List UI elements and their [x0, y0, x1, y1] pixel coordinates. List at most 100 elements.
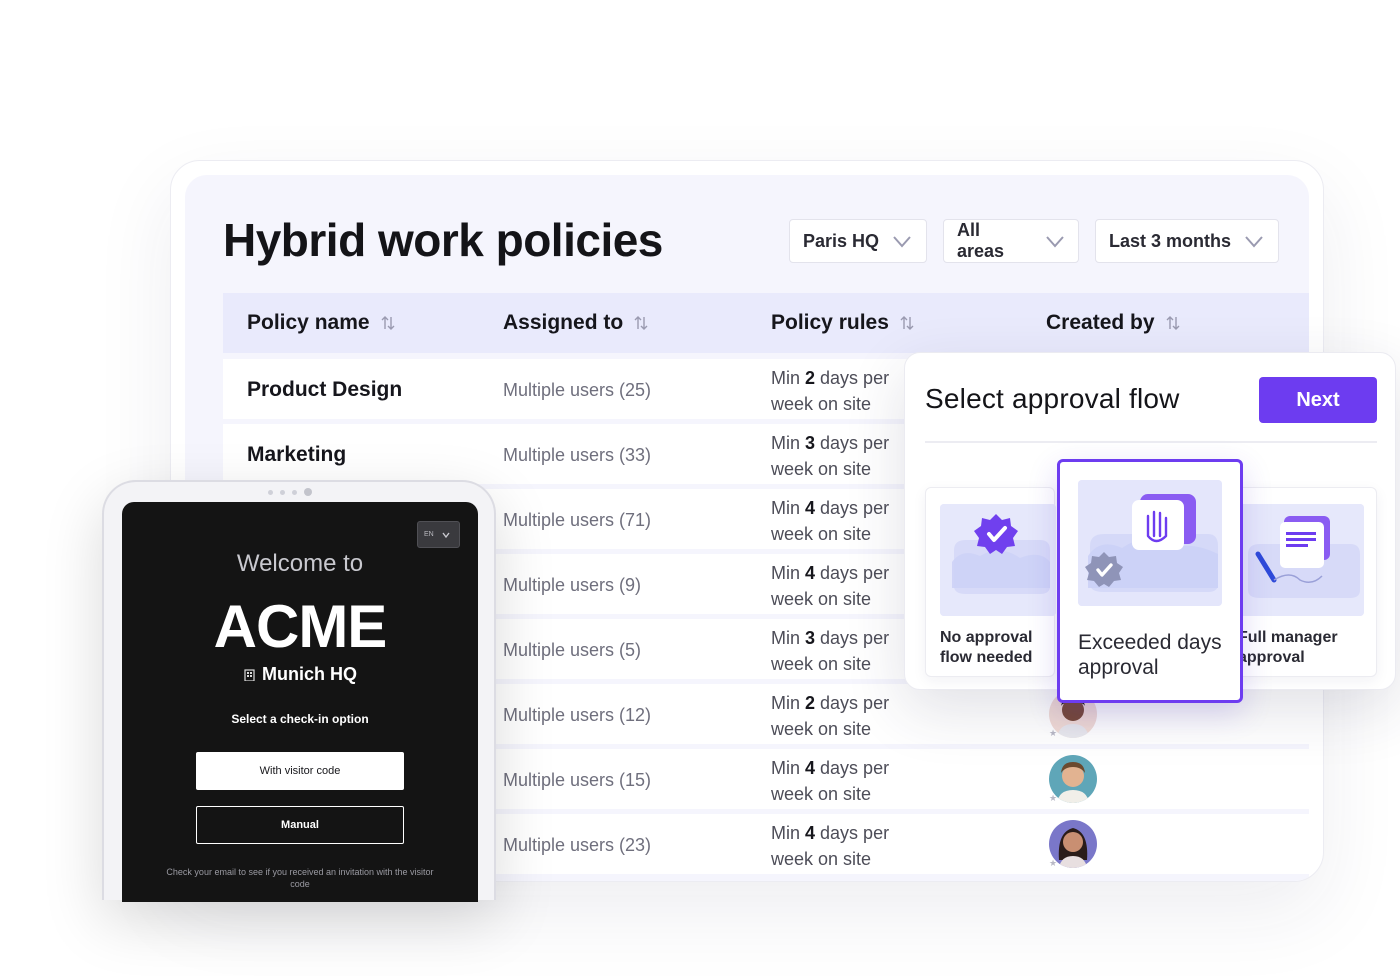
policy-name-cell: Marketing	[247, 443, 347, 466]
table-header: Policy name Assigned to Policy rules Cre…	[223, 293, 1309, 353]
language-selector[interactable]: EN	[417, 521, 460, 548]
site-name-label: Munich HQ	[262, 664, 357, 684]
language-label: EN	[424, 531, 434, 538]
rule-prefix: Min	[771, 758, 806, 778]
column-header-policy-rules[interactable]: Policy rules	[771, 311, 915, 335]
rule-prefix: Min	[771, 433, 806, 453]
policy-rule-cell: Min 4 days per week on site	[771, 820, 889, 872]
period-filter-dropdown[interactable]: Last 3 months	[1095, 219, 1279, 263]
column-header-label: Created by	[1046, 311, 1155, 334]
option-label: No approval flow needed	[940, 629, 1033, 666]
tablet-camera	[268, 488, 312, 496]
visitor-code-button[interactable]: With visitor code	[196, 752, 404, 790]
divider	[925, 441, 1377, 443]
column-header-label: Policy rules	[771, 311, 889, 334]
location-filter-label: Paris HQ	[803, 230, 880, 251]
rule-suffix: days per	[815, 693, 890, 713]
rule-suffix: days per	[815, 498, 890, 518]
assigned-to-cell: Multiple users (25)	[503, 380, 652, 400]
option-label: Exceeded days approval	[1078, 631, 1222, 679]
assigned-to-cell: Multiple users (5)	[503, 640, 642, 660]
column-header-assigned-to[interactable]: Assigned to	[503, 311, 649, 335]
rule-days-count: 2	[805, 693, 816, 713]
rule-days-count: 4	[805, 823, 816, 843]
option-full-manager-approval[interactable]: Full manager approval	[1237, 487, 1377, 677]
verified-badge-icon	[940, 504, 1056, 616]
rule-suffix: days per	[815, 368, 890, 388]
checkin-tablet: EN Welcome to ACME Munich HQ Select a ch…	[102, 480, 496, 902]
visitor-code-hint: Check your email to see if you received …	[166, 867, 434, 889]
option-exceeded-days-approval[interactable]: Exceeded days approval	[1057, 459, 1243, 703]
rule-suffix: days per	[815, 563, 890, 583]
policy-rule-cell: Min 2 days per week on site	[771, 365, 889, 417]
page-title: Hybrid work policies	[223, 214, 663, 266]
rule-line-2: week on site	[771, 719, 872, 739]
location-filter-dropdown[interactable]: Paris HQ	[789, 219, 927, 263]
checkin-prompt: Select a check-in option	[231, 712, 369, 726]
assigned-to-cell: Multiple users (9)	[503, 575, 642, 595]
star-icon: ★	[1049, 793, 1058, 803]
column-header-policy-name[interactable]: Policy name	[247, 311, 396, 335]
area-filter-label: All areas	[957, 220, 1005, 261]
rule-days-count: 3	[805, 433, 816, 453]
sort-icon	[1166, 316, 1180, 330]
column-header-label: Assigned to	[503, 311, 624, 334]
rule-days-count: 3	[805, 628, 816, 648]
rule-line-2: week on site	[771, 849, 872, 869]
rule-days-count: 4	[805, 498, 816, 518]
assigned-to-cell: Multiple users (15)	[503, 770, 652, 790]
column-header-label: Policy name	[247, 311, 370, 334]
star-icon: ★	[1049, 728, 1058, 738]
brand-name: ACME	[213, 593, 388, 660]
building-icon	[244, 669, 255, 681]
rule-prefix: Min	[771, 563, 806, 583]
rule-prefix: Min	[771, 498, 806, 518]
policy-rule-cell: Min 4 days per week on site	[771, 560, 889, 612]
rule-days-count: 2	[805, 368, 816, 388]
rule-suffix: days per	[815, 433, 890, 453]
rule-line-2: week on site	[771, 524, 872, 544]
assigned-to-cell: Multiple users (33)	[503, 445, 652, 465]
rule-prefix: Min	[771, 628, 806, 648]
rule-prefix: Min	[771, 693, 806, 713]
area-filter-dropdown[interactable]: All areas	[943, 219, 1079, 263]
rule-line-2: week on site	[771, 784, 872, 804]
sort-icon	[381, 316, 395, 330]
policy-rule-cell: Min 2 days per week on site	[771, 690, 889, 742]
rule-suffix: days per	[815, 823, 890, 843]
rule-days-count: 4	[805, 758, 816, 778]
rule-line-2: week on site	[771, 589, 872, 609]
manual-checkin-button[interactable]: Manual	[196, 806, 404, 844]
option-label: Full manager approval	[1238, 629, 1338, 666]
policy-rule-cell: Min 3 days per week on site	[771, 625, 889, 677]
signature-document-icon	[1238, 504, 1364, 616]
sort-icon	[634, 316, 648, 330]
approval-flow-card: Select approval flow Next No approval fl…	[904, 352, 1396, 703]
chevron-down-icon	[442, 532, 450, 538]
rule-line-2: week on site	[771, 459, 872, 479]
option-no-approval[interactable]: No approval flow needed	[925, 487, 1056, 677]
rule-days-count: 4	[805, 563, 816, 583]
column-header-created-by[interactable]: Created by	[1046, 311, 1181, 335]
assigned-to-cell: Multiple users (12)	[503, 705, 652, 725]
site-name: Munich HQ	[122, 664, 478, 685]
rule-line-2: week on site	[771, 394, 872, 414]
policy-rule-cell: Min 3 days per week on site	[771, 430, 889, 482]
rule-prefix: Min	[771, 823, 806, 843]
policy-rule-cell: Min 4 days per week on site	[771, 495, 889, 547]
rule-suffix: days per	[815, 758, 890, 778]
rule-line-2: week on site	[771, 654, 872, 674]
welcome-text: Welcome to	[236, 550, 364, 577]
hand-stop-icon	[1078, 480, 1222, 606]
rule-suffix: days per	[815, 628, 890, 648]
chevron-down-icon	[893, 236, 911, 248]
sort-icon	[900, 316, 914, 330]
assigned-to-cell: Multiple users (71)	[503, 510, 652, 530]
next-button[interactable]: Next	[1259, 377, 1377, 423]
tablet-screen: EN Welcome to ACME Munich HQ Select a ch…	[122, 502, 478, 902]
chevron-down-icon	[1245, 236, 1263, 248]
star-icon: ★	[1049, 858, 1058, 868]
policy-name-cell: Product Design	[247, 378, 403, 401]
assigned-to-cell: Multiple users (23)	[503, 835, 652, 855]
chevron-down-icon	[1046, 236, 1064, 248]
